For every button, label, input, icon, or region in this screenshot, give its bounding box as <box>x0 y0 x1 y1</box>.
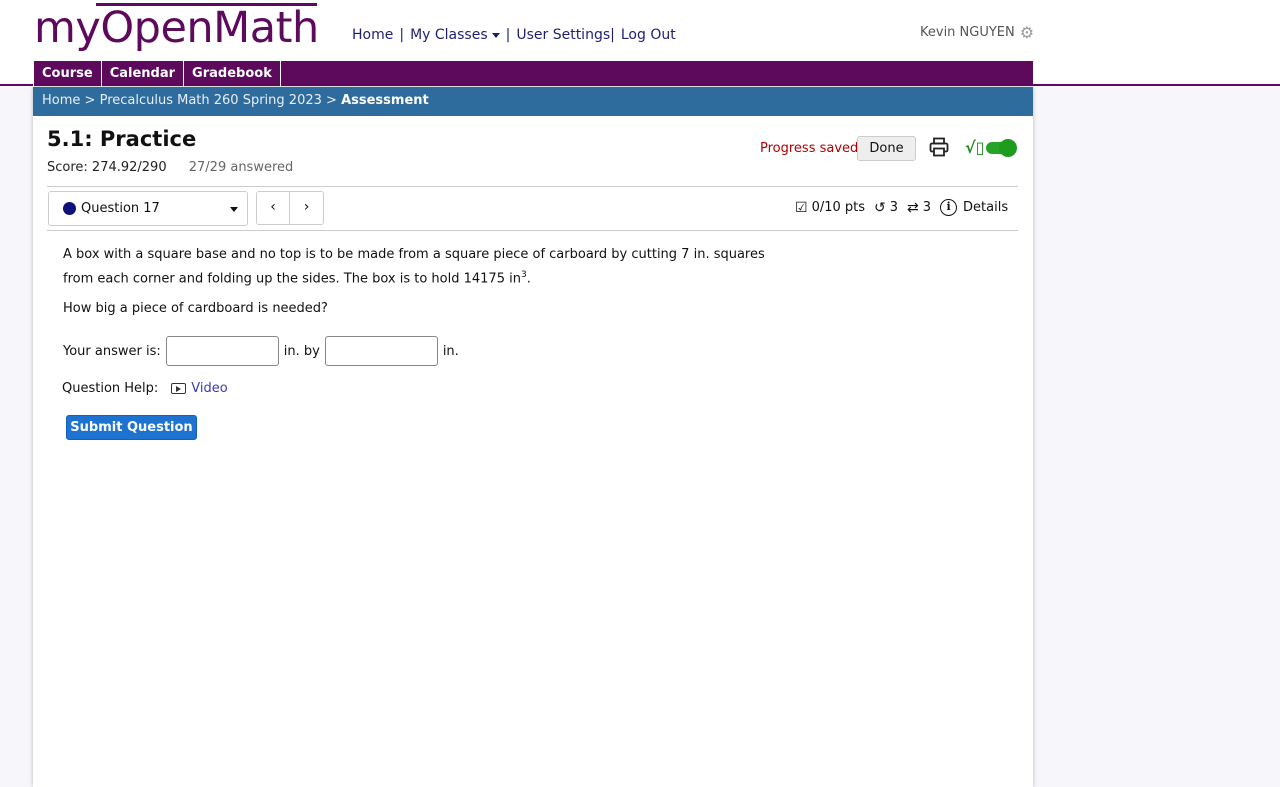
main-content: Home > Precalculus Math 260 Spring 2023 … <box>33 87 1033 787</box>
tab-calendar[interactable]: Calendar <box>102 61 185 86</box>
tab-course[interactable]: Course <box>33 61 102 86</box>
question-nav-buttons: ‹ › <box>256 191 324 225</box>
score-value: Score: 274.92/290 <box>47 160 167 175</box>
submit-question-button[interactable]: Submit Question <box>66 415 197 440</box>
nav-home-link[interactable]: Home <box>352 27 393 43</box>
breadcrumb-home[interactable]: Home <box>42 93 80 108</box>
retries-indicator: ↺ 3 <box>874 200 898 216</box>
breadcrumb-separator: > <box>326 93 337 108</box>
video-icon <box>171 383 187 394</box>
question-help-label: Question Help: <box>62 381 159 396</box>
answer-label: Your answer is: <box>63 343 161 359</box>
breadcrumb-current: Assessment <box>341 93 429 108</box>
gear-icon[interactable]: ⚙ <box>1020 23 1034 42</box>
score-line: Score: 274.92/290 27/29 answered <box>47 160 293 175</box>
nav-separator: | <box>610 27 615 43</box>
user-menu[interactable]: Kevin NGUYEN ⚙ <box>920 23 1034 42</box>
answer-input-2[interactable] <box>324 336 438 366</box>
question-text-body: A box with a square base and no top is t… <box>63 247 765 287</box>
toggle-switch[interactable] <box>986 138 1018 157</box>
answered-count: 27/29 answered <box>188 160 294 175</box>
top-nav: Home | My Classes | User Settings | Log … <box>352 27 676 43</box>
site-logo[interactable]: myOpenMath <box>34 2 319 54</box>
breadcrumb-separator: > <box>84 93 96 108</box>
question-prompt: How big a piece of cardboard is needed? <box>63 301 328 316</box>
toggle-knob <box>999 138 1018 157</box>
question-text-end: . <box>526 271 531 287</box>
answer-unit-by: in. by <box>283 343 320 359</box>
course-navbar: Course Calendar Gradebook <box>33 61 1033 86</box>
breadcrumb: Home > Precalculus Math 260 Spring 2023 … <box>33 87 1033 116</box>
checkbox-icon: ☑ <box>795 199 808 216</box>
nav-separator: | <box>399 27 405 43</box>
video-help-link[interactable]: Video <box>171 381 228 396</box>
page-title: 5.1: Practice <box>47 127 197 151</box>
question-select[interactable]: Question 17 <box>48 191 248 226</box>
details-button[interactable]: i Details <box>940 199 1008 216</box>
info-icon: i <box>940 199 958 216</box>
done-button[interactable]: Done <box>857 136 916 161</box>
regens-value: 3 <box>922 200 932 215</box>
chevron-down-icon <box>491 32 500 38</box>
question-help: Question Help: Video <box>62 381 228 396</box>
next-question-button[interactable]: › <box>290 192 323 224</box>
nav-my-classes-link[interactable]: My Classes <box>410 27 500 43</box>
sqrt-icon: √▯ <box>965 138 985 157</box>
video-label: Video <box>191 381 228 396</box>
prev-question-button[interactable]: ‹ <box>257 192 291 224</box>
regens-indicator: ⇄ 3 <box>907 200 931 216</box>
breadcrumb-course[interactable]: Precalculus Math 260 Spring 2023 <box>100 93 322 108</box>
user-name: Kevin NGUYEN <box>920 25 1015 40</box>
regen-icon: ⇄ <box>907 199 919 216</box>
nav-user-settings-link[interactable]: User Settings <box>516 27 610 43</box>
question-info: ☑ 0/10 pts ↺ 3 ⇄ 3 i Details <box>795 199 1017 216</box>
nav-separator: | <box>505 27 511 43</box>
retries-value: 3 <box>889 200 899 215</box>
progress-status: Progress saved <box>760 141 859 156</box>
chevron-down-icon <box>230 207 238 212</box>
question-select-value: Question 17 <box>81 201 160 216</box>
answer-input-1[interactable] <box>165 336 279 366</box>
tab-gradebook[interactable]: Gradebook <box>184 61 281 86</box>
answer-unit: in. <box>442 343 459 359</box>
math-entry-toggle[interactable]: √▯ <box>965 138 1018 157</box>
divider <box>47 230 1018 231</box>
question-status-dot <box>63 202 76 215</box>
points-value: 0/10 pts <box>811 200 866 215</box>
retry-icon: ↺ <box>874 199 886 216</box>
question-text: A box with a square base and no top is t… <box>63 245 783 289</box>
nav-logout-link[interactable]: Log Out <box>621 27 676 43</box>
divider <box>47 186 1018 187</box>
print-icon[interactable] <box>928 136 950 158</box>
nav-my-classes-label: My Classes <box>410 27 488 43</box>
points-indicator: ☑ 0/10 pts <box>795 200 865 216</box>
answer-row: Your answer is: in. by in. <box>63 336 459 366</box>
details-label: Details <box>963 200 1009 215</box>
